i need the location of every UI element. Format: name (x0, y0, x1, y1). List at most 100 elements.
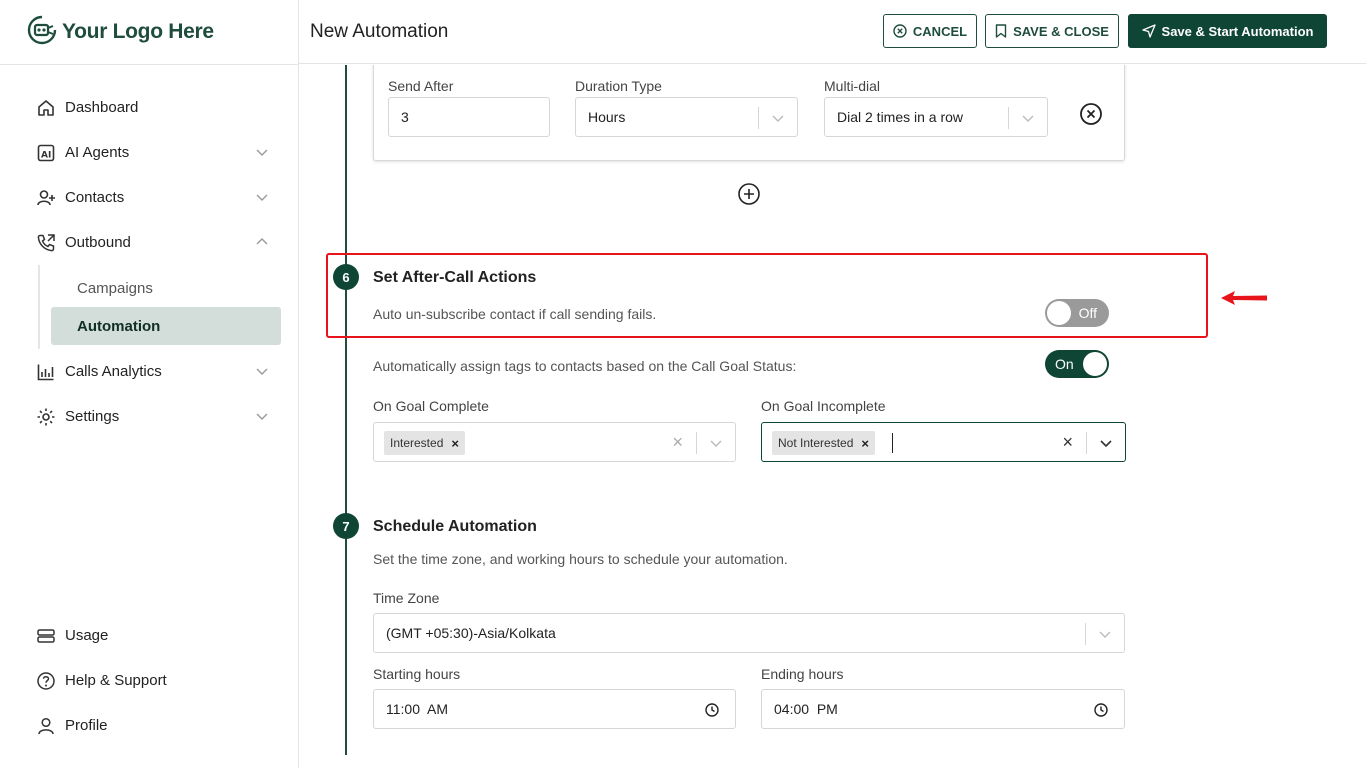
sidebar-item-label: Contacts (65, 189, 125, 206)
sidebar-item-calls-analytics[interactable]: Calls Analytics (0, 349, 299, 394)
page-title: New Automation (310, 21, 449, 42)
clear-selection-icon[interactable]: × (672, 432, 683, 453)
app-root: Your Logo Here Dashboard AI AI Agents Co… (0, 0, 1366, 768)
select-separator (758, 107, 759, 129)
sidebar-item-profile[interactable]: Profile (0, 703, 299, 748)
time-zone-value: (GMT +05:30)-Asia/Kolkata (386, 625, 556, 641)
phone-outbound-icon (36, 233, 56, 253)
bottom-nav: Usage Help & Support Profile (0, 613, 299, 748)
remove-tag-icon[interactable]: × (451, 436, 459, 451)
toggle-knob (1083, 352, 1107, 376)
send-after-input[interactable]: 3 (388, 97, 550, 137)
chevron-down-icon (772, 115, 784, 122)
schedule-description: Set the time zone, and working hours to … (373, 551, 788, 567)
sidebar-item-ai-agents[interactable]: AI AI Agents (0, 130, 299, 175)
automation-editor: Send After 3 Duration Type Hours Multi-d… (299, 65, 1366, 768)
tag-chip: Interested × (384, 431, 465, 455)
chevron-down-icon (256, 149, 268, 156)
multi-dial-label: Multi-dial (824, 78, 881, 94)
brand-logo[interactable]: Your Logo Here (26, 14, 214, 51)
time-zone-label: Time Zone (373, 590, 440, 606)
red-arrow-icon (1221, 291, 1267, 305)
gear-icon (36, 407, 56, 427)
save-start-automation-button[interactable]: Save & Start Automation (1128, 14, 1327, 48)
add-retry-icon[interactable] (737, 182, 761, 206)
chevron-down-icon (256, 413, 268, 420)
send-after-label: Send After (388, 78, 454, 94)
sidebar-item-label: AI Agents (65, 144, 130, 161)
user-icon (36, 716, 56, 736)
svg-text:AI: AI (41, 150, 51, 160)
tag-chip-label: Interested (390, 436, 444, 450)
chevron-down-icon[interactable] (709, 436, 723, 450)
starting-hours-value: 11:00 AM (386, 701, 449, 717)
chevron-down-icon (256, 194, 268, 201)
select-separator (696, 432, 697, 454)
duration-type-label: Duration Type (575, 78, 662, 94)
select-separator (1086, 432, 1087, 454)
help-icon (36, 671, 56, 691)
save-close-button-label: SAVE & CLOSE (1013, 23, 1109, 39)
sidebar-item-usage[interactable]: Usage (0, 613, 299, 658)
cancel-button-label: CANCEL (912, 23, 968, 39)
save-close-button[interactable]: SAVE & CLOSE (985, 14, 1119, 48)
cancel-button[interactable]: CANCEL (883, 14, 977, 48)
step-7-title: Schedule Automation (373, 518, 537, 535)
chevron-down-icon (1099, 631, 1111, 638)
ending-hours-label: Ending hours (761, 666, 844, 682)
goal-complete-tag-select[interactable]: Interested × × (373, 422, 736, 462)
usage-icon (36, 626, 56, 646)
clock-icon[interactable] (705, 703, 719, 717)
send-icon (1141, 24, 1156, 38)
chevron-down-icon[interactable] (1099, 436, 1113, 450)
starting-hours-label: Starting hours (373, 666, 461, 682)
sidebar-item-label: Settings (65, 408, 120, 425)
tag-chip: Not Interested × (772, 431, 875, 455)
goal-incomplete-label: On Goal Incomplete (761, 398, 886, 414)
clock-icon[interactable] (1094, 703, 1108, 717)
sidebar-item-label: Help & Support (65, 672, 167, 689)
assign-tags-toggle[interactable]: On (1045, 350, 1109, 378)
logo-icon (26, 14, 58, 51)
close-circle-icon (893, 24, 907, 38)
highlight-annotation-box (326, 253, 1208, 338)
contacts-icon (36, 188, 56, 208)
sidebar-item-settings[interactable]: Settings (0, 394, 299, 439)
ending-hours-input[interactable]: 04:00 PM (761, 689, 1125, 729)
remove-tag-icon[interactable]: × (861, 436, 869, 451)
text-cursor (892, 433, 893, 453)
duration-type-select[interactable]: Hours (575, 97, 798, 137)
chevron-down-icon (1022, 115, 1034, 122)
sidebar-item-dashboard[interactable]: Dashboard (0, 85, 299, 130)
main-nav: Dashboard AI AI Agents Contacts Outbound… (0, 85, 299, 439)
clear-selection-icon[interactable]: × (1062, 432, 1073, 453)
ending-hours-value: 04:00 PM (774, 701, 838, 717)
sidebar-item-label: Dashboard (65, 99, 139, 116)
chevron-up-icon (256, 238, 268, 245)
goal-incomplete-tag-select[interactable]: Not Interested × × (761, 422, 1126, 462)
remove-retry-icon[interactable] (1079, 102, 1103, 126)
multi-dial-value: Dial 2 times in a row (837, 109, 964, 125)
outbound-submenu: Campaigns Automation (38, 265, 299, 349)
chevron-down-icon (256, 368, 268, 375)
top-header: New Automation CANCEL SAVE & CLOSE Save … (299, 0, 1366, 64)
sidebar-item-label: Calls Analytics (65, 363, 162, 380)
sidebar-item-contacts[interactable]: Contacts (0, 175, 299, 220)
send-after-value: 3 (401, 109, 409, 125)
bookmark-icon (995, 24, 1007, 38)
assign-tags-text: Automatically assign tags to contacts ba… (373, 358, 797, 374)
sidebar-item-outbound[interactable]: Outbound (0, 220, 299, 265)
select-separator (1085, 623, 1086, 645)
time-zone-select[interactable]: (GMT +05:30)-Asia/Kolkata (373, 613, 1125, 653)
multi-dial-select[interactable]: Dial 2 times in a row (824, 97, 1048, 137)
sidebar-subitem-automation[interactable]: Automation (51, 307, 281, 345)
sidebar-item-help-support[interactable]: Help & Support (0, 658, 299, 703)
sidebar-subitem-campaigns[interactable]: Campaigns (51, 269, 281, 307)
duration-type-value: Hours (588, 109, 626, 125)
home-icon (36, 98, 56, 118)
select-separator (1008, 107, 1009, 129)
starting-hours-input[interactable]: 11:00 AM (373, 689, 736, 729)
toggle-state-label: On (1055, 356, 1074, 372)
analytics-icon (36, 362, 56, 382)
step-7-badge: 7 (333, 513, 359, 539)
